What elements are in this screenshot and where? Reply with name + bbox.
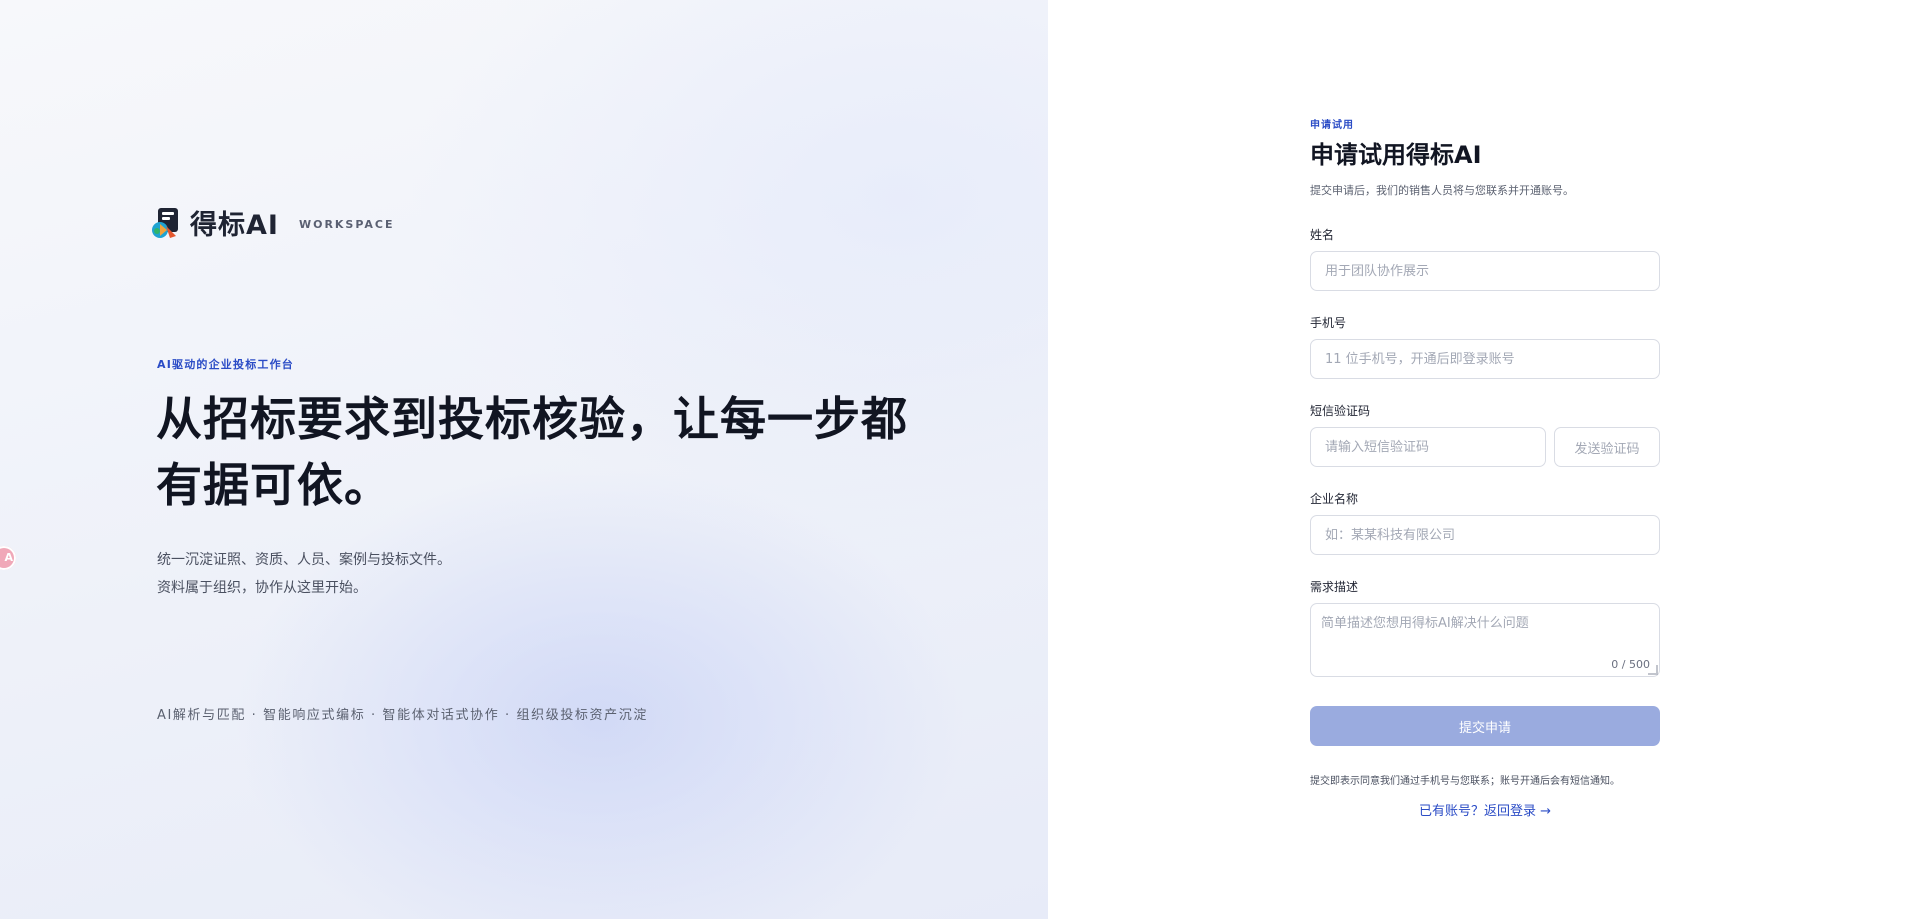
char-counter: 0 / 500 [1611, 658, 1650, 671]
sms-code-label: 短信验证码 [1310, 404, 1371, 418]
brand-name: 得标AI [190, 210, 279, 241]
hero-subtitle: 统一沉淀证照、资质、人员、案例与投标文件。 资料属于组织，协作从这里开始。 [157, 546, 451, 602]
name-input[interactable] [1310, 251, 1660, 291]
translate-float-icon[interactable]: A [0, 546, 16, 570]
company-field: 企业名称 [1310, 490, 1660, 555]
form-eyebrow: 申请试用 [1310, 120, 1354, 131]
hero-eyebrow: AI驱动的企业投标工作台 [157, 358, 295, 371]
need-textarea-wrap: 0 / 500 [1310, 603, 1660, 677]
phone-field: 手机号 [1310, 314, 1660, 379]
agreement-text: 提交即表示同意我们通过手机号与您联系；账号开通后会有短信通知。 [1310, 776, 1620, 787]
need-label: 需求描述 [1310, 580, 1359, 594]
form-description: 提交申请后，我们的销售人员将与您联系并开通账号。 [1310, 184, 1574, 197]
brand-logo-icon [152, 207, 178, 238]
phone-label: 手机号 [1310, 316, 1347, 330]
translate-float-label: A [4, 551, 13, 564]
send-code-button[interactable]: 发送验证码 [1554, 427, 1660, 467]
need-textarea[interactable] [1310, 603, 1660, 677]
company-input[interactable] [1310, 515, 1660, 555]
brand: 得标AI WORKSPACE [150, 203, 395, 242]
signup-page: A 得标AI WORKSPACE AI驱动的企业投标工作台 从招标要求到投标核验… [0, 0, 1920, 919]
resize-handle-icon[interactable] [1648, 665, 1658, 675]
sms-code-input[interactable] [1310, 427, 1546, 467]
name-label: 姓名 [1310, 228, 1335, 242]
feature-list: AI解析与匹配 · 智能响应式编标 · 智能体对话式协作 · 组织级投标资产沉淀 [157, 708, 648, 723]
sms-code-field: 短信验证码 发送验证码 [1310, 402, 1660, 467]
sms-code-row: 发送验证码 [1310, 427, 1660, 467]
back-to-login-link[interactable]: 已有账号？返回登录 → [1310, 800, 1660, 819]
brand-tag: WORKSPACE [298, 218, 395, 231]
phone-input[interactable] [1310, 339, 1660, 379]
name-field: 姓名 [1310, 226, 1660, 291]
need-field: 需求描述 0 / 500 [1310, 578, 1660, 677]
hero-headline: 从招标要求到投标核验，让每一步都有据可依。 [156, 392, 908, 512]
trial-form: 申请试用 申请试用得标AI 提交申请后，我们的销售人员将与您联系并开通账号。 姓… [1310, 116, 1660, 819]
form-title: 申请试用得标AI [1310, 141, 1482, 169]
hero-panel: A 得标AI WORKSPACE AI驱动的企业投标工作台 从招标要求到投标核验… [0, 0, 1048, 919]
submit-button[interactable]: 提交申请 [1310, 706, 1660, 746]
company-label: 企业名称 [1310, 492, 1359, 506]
hero-subtitle-line: 资料属于组织，协作从这里开始。 [157, 580, 367, 596]
hero-subtitle-line: 统一沉淀证照、资质、人员、案例与投标文件。 [157, 552, 451, 568]
